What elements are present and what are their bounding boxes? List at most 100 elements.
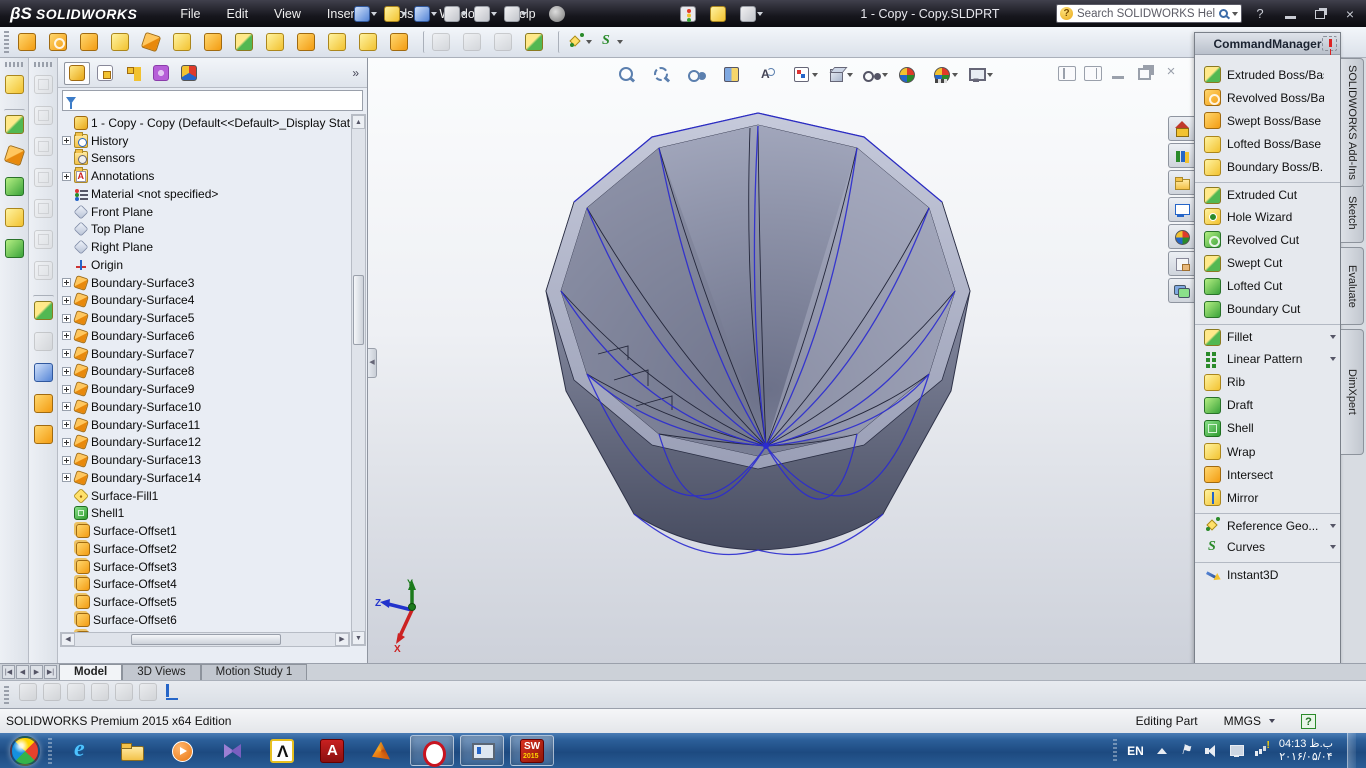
tree-item[interactable]: Material <not specified>: [62, 185, 350, 203]
part-model-3d[interactable]: [536, 106, 986, 566]
tree-item[interactable]: Right Plane: [62, 238, 350, 256]
command-button[interactable]: Instant3D: [1195, 562, 1340, 585]
dropdown-caret-icon[interactable]: [431, 12, 437, 16]
expand-icon[interactable]: [62, 438, 71, 447]
toolbar-drag-handle[interactable]: [34, 62, 52, 67]
clock[interactable]: ب.ظ 04:13 ۲۰۱۶/۰۵/۰۴: [1279, 738, 1333, 764]
restore-button[interactable]: [1310, 6, 1330, 22]
dropdown-caret-icon[interactable]: [952, 73, 958, 77]
command-manager-tab[interactable]: Sketch: [1341, 183, 1364, 243]
network-icon[interactable]: [1254, 743, 1269, 758]
volume-icon[interactable]: [1204, 743, 1219, 758]
dropdown-caret-icon[interactable]: [882, 73, 888, 77]
expand-icon[interactable]: [62, 385, 71, 394]
last-tab-icon[interactable]: ▶|: [44, 665, 57, 679]
dropdown-caret-icon[interactable]: [461, 12, 467, 16]
status-help-icon[interactable]: ?: [1301, 714, 1316, 729]
tree-item[interactable]: Surface-Offset6: [62, 611, 350, 629]
tree-item[interactable]: Boundary-Surface3: [62, 274, 350, 292]
taskbar-app-button[interactable]: [60, 735, 104, 766]
command-button[interactable]: Shell: [1195, 417, 1340, 440]
split-right-button[interactable]: [1084, 66, 1102, 81]
dropdown-caret-icon[interactable]: [371, 12, 377, 16]
filter-input[interactable]: [80, 95, 359, 107]
action-center-icon[interactable]: [1179, 743, 1194, 758]
command-button[interactable]: Mirror: [1195, 486, 1340, 509]
help-search-box[interactable]: ?: [1056, 4, 1242, 23]
dropdown-caret-icon[interactable]: [1330, 545, 1336, 549]
tree-item[interactable]: Annotations: [62, 167, 350, 185]
dropdown-caret-icon[interactable]: [1330, 524, 1336, 528]
menu-item[interactable]: Edit: [216, 4, 260, 24]
tree-item[interactable]: Boundary-Surface12: [62, 434, 350, 452]
tree-item[interactable]: Surface-Fill1: [62, 487, 350, 505]
tree-item[interactable]: Sensors: [62, 150, 350, 168]
manager-tab[interactable]: [64, 62, 90, 85]
tree-item[interactable]: Boundary-Surface13: [62, 451, 350, 469]
taskbar-app-button[interactable]: [110, 735, 154, 766]
command-manager-tab[interactable]: SOLIDWORKS Add-Ins: [1341, 58, 1364, 187]
command-button[interactable]: Hole Wizard: [1195, 205, 1340, 228]
tree-horizontal-scrollbar[interactable]: ◀ ▶: [60, 632, 350, 647]
taskbar-app-button[interactable]: [360, 735, 404, 766]
command-button[interactable]: Boundary Boss/B...: [1195, 156, 1340, 179]
dropdown-caret-icon[interactable]: [1330, 357, 1336, 361]
tree-item[interactable]: Origin: [62, 256, 350, 274]
command-button[interactable]: Swept Cut: [1195, 252, 1340, 275]
command-button[interactable]: Revolved Cut: [1195, 228, 1340, 251]
task-pane-tab[interactable]: [1168, 170, 1194, 195]
dropdown-caret-icon[interactable]: [401, 12, 407, 16]
command-button[interactable]: Intersect: [1195, 463, 1340, 486]
command-button[interactable]: Boundary Cut: [1195, 298, 1340, 321]
taskbar-app-button[interactable]: [160, 735, 204, 766]
expand-icon[interactable]: [62, 402, 71, 411]
doc-restore-button[interactable]: [1136, 66, 1154, 81]
command-button[interactable]: Extruded Boss/Base: [1195, 63, 1340, 86]
command-button[interactable]: Curves: [1195, 536, 1340, 559]
minimize-button[interactable]: [1280, 6, 1300, 22]
units-label[interactable]: MMGS: [1224, 714, 1261, 728]
expand-icon[interactable]: [62, 367, 71, 376]
tree-item[interactable]: Surface-Offset3: [62, 558, 350, 576]
dropdown-caret-icon[interactable]: [757, 12, 763, 16]
dropdown-caret-icon[interactable]: [812, 73, 818, 77]
toolbar-drag-handle[interactable]: [4, 31, 9, 53]
command-manager-tab[interactable]: Evaluate: [1341, 247, 1364, 325]
command-button[interactable]: Lofted Cut: [1195, 275, 1340, 298]
command-button[interactable]: Linear Pattern: [1195, 347, 1340, 370]
prev-tab-icon[interactable]: ◀: [16, 665, 29, 679]
close-button[interactable]: ×: [1340, 6, 1360, 22]
task-pane-tab[interactable]: [1168, 143, 1194, 168]
command-button[interactable]: Draft: [1195, 394, 1340, 417]
scroll-left-icon[interactable]: ◀: [61, 633, 75, 646]
pin-icon[interactable]: [1322, 36, 1337, 51]
dropdown-caret-icon[interactable]: [586, 40, 592, 44]
show-hidden-icon[interactable]: [1154, 743, 1169, 758]
tree-item[interactable]: History: [62, 132, 350, 150]
search-icon[interactable]: [1219, 9, 1228, 18]
taskbar-app-button[interactable]: [210, 735, 254, 766]
taskbar-app-button[interactable]: [310, 735, 354, 766]
command-manager-tab[interactable]: DimXpert: [1341, 329, 1364, 455]
tree-vertical-scrollbar[interactable]: ▲ ▼: [351, 114, 366, 646]
scrollbar-thumb[interactable]: [131, 634, 281, 645]
scroll-down-icon[interactable]: ▼: [352, 631, 365, 645]
task-pane-tab[interactable]: [1168, 197, 1194, 222]
command-button[interactable]: Wrap: [1195, 440, 1340, 463]
task-pane-tab[interactable]: [1168, 278, 1194, 303]
scroll-up-icon[interactable]: ▲: [352, 115, 365, 129]
pin-menu-icon[interactable]: [549, 6, 565, 22]
command-button[interactable]: Rib: [1195, 370, 1340, 393]
command-button[interactable]: Swept Boss/Base: [1195, 109, 1340, 132]
doc-close-button[interactable]: ×: [1162, 66, 1180, 81]
expand-icon[interactable]: [62, 456, 71, 465]
tree-item[interactable]: Boundary-Surface10: [62, 398, 350, 416]
menu-item[interactable]: View: [263, 4, 312, 24]
more-tabs-button[interactable]: »: [348, 66, 363, 80]
command-button[interactable]: Lofted Boss/Base: [1195, 133, 1340, 156]
expand-icon[interactable]: [62, 331, 71, 340]
tree-item[interactable]: Top Plane: [62, 221, 350, 239]
task-pane-tab[interactable]: [1168, 116, 1194, 141]
expand-icon[interactable]: [62, 136, 71, 145]
task-pane-tab[interactable]: [1168, 251, 1194, 276]
